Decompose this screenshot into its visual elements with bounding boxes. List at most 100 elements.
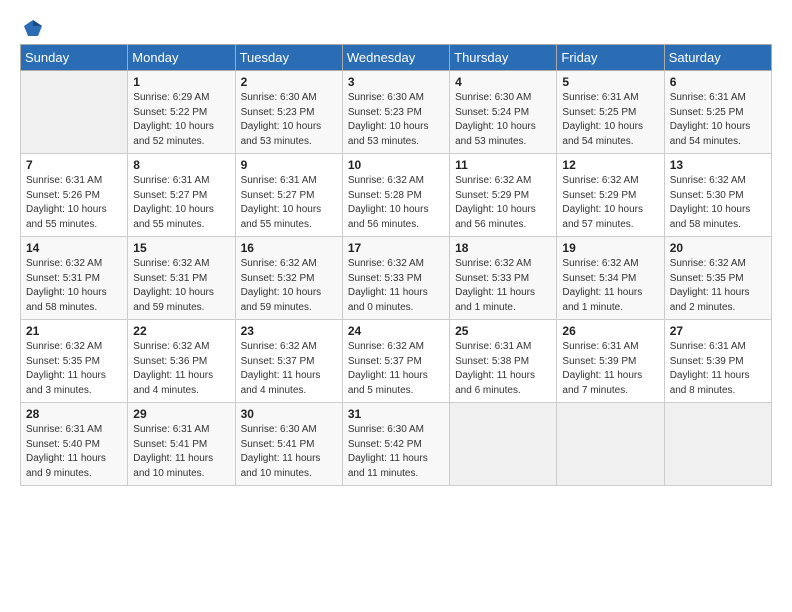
- day-info: Sunrise: 6:30 AM Sunset: 5:41 PM Dayligh…: [241, 423, 337, 481]
- calendar-header-monday: Monday: [128, 45, 235, 71]
- calendar-week-3: 14 Sunrise: 6:32 AM Sunset: 5:31 PM Dayli…: [21, 237, 772, 320]
- day-number: 31: [348, 407, 444, 421]
- day-info: Sunrise: 6:31 AM Sunset: 5:27 PM Dayligh…: [241, 174, 337, 232]
- calendar-cell: 31 Sunrise: 6:30 AM Sunset: 5:42 PM Dayli…: [342, 403, 449, 486]
- calendar-cell: 1 Sunrise: 6:29 AM Sunset: 5:22 PM Daylig…: [128, 71, 235, 154]
- calendar-cell: 14 Sunrise: 6:32 AM Sunset: 5:31 PM Dayli…: [21, 237, 128, 320]
- calendar-cell: 30 Sunrise: 6:30 AM Sunset: 5:41 PM Dayli…: [235, 403, 342, 486]
- day-number: 1: [133, 75, 229, 89]
- day-number: 4: [455, 75, 551, 89]
- day-info: Sunrise: 6:32 AM Sunset: 5:34 PM Dayligh…: [562, 257, 658, 315]
- day-number: 25: [455, 324, 551, 338]
- day-info: Sunrise: 6:32 AM Sunset: 5:35 PM Dayligh…: [26, 340, 122, 398]
- calendar-cell: 16Sunrise: 6:32 AM Sunset: 5:32 PM Dayli…: [235, 237, 342, 320]
- calendar-header-friday: Friday: [557, 45, 664, 71]
- calendar-cell: [450, 403, 557, 486]
- day-info: Sunrise: 6:31 AM Sunset: 5:38 PM Dayligh…: [455, 340, 551, 398]
- day-info: Sunrise: 6:31 AM Sunset: 5:41 PM Dayligh…: [133, 423, 229, 481]
- day-info: Sunrise: 6:31 AM Sunset: 5:40 PM Dayligh…: [26, 423, 122, 481]
- day-number: 13: [670, 158, 766, 172]
- day-info: Sunrise: 6:32 AM Sunset: 5:31 PM Dayligh…: [133, 257, 229, 315]
- calendar-header-saturday: Saturday: [664, 45, 771, 71]
- day-number: 24: [348, 324, 444, 338]
- calendar-cell: 12 Sunrise: 6:32 AM Sunset: 5:29 PM Dayli…: [557, 154, 664, 237]
- day-number: 12: [562, 158, 658, 172]
- calendar-header-tuesday: Tuesday: [235, 45, 342, 71]
- calendar-cell: 11 Sunrise: 6:32 AM Sunset: 5:29 PM Dayli…: [450, 154, 557, 237]
- calendar-cell: 10 Sunrise: 6:32 AM Sunset: 5:28 PM Dayli…: [342, 154, 449, 237]
- calendar-cell: 23 Sunrise: 6:32 AM Sunset: 5:37 PM Dayli…: [235, 320, 342, 403]
- day-info: Sunrise: 6:32 AM Sunset: 5:28 PM Dayligh…: [348, 174, 444, 232]
- day-info: Sunrise: 6:30 AM Sunset: 5:24 PM Dayligh…: [455, 91, 551, 149]
- calendar-cell: 19 Sunrise: 6:32 AM Sunset: 5:34 PM Dayli…: [557, 237, 664, 320]
- day-number: 29: [133, 407, 229, 421]
- calendar-header-thursday: Thursday: [450, 45, 557, 71]
- day-info: Sunrise: 6:32 AM Sunset: 5:29 PM Dayligh…: [562, 174, 658, 232]
- calendar-cell: [21, 71, 128, 154]
- calendar-cell: 15 Sunrise: 6:32 AM Sunset: 5:31 PM Dayli…: [128, 237, 235, 320]
- day-info: Sunrise: 6:31 AM Sunset: 5:25 PM Dayligh…: [670, 91, 766, 149]
- calendar-cell: 2 Sunrise: 6:30 AM Sunset: 5:23 PM Daylig…: [235, 71, 342, 154]
- day-info: Sunrise: 6:32 AM Sunset: 5:35 PM Dayligh…: [670, 257, 766, 315]
- calendar-cell: 18Sunrise: 6:32 AM Sunset: 5:33 PM Dayli…: [450, 237, 557, 320]
- calendar-cell: 24Sunrise: 6:32 AM Sunset: 5:37 PM Dayli…: [342, 320, 449, 403]
- day-number: 3: [348, 75, 444, 89]
- calendar-cell: 5 Sunrise: 6:31 AM Sunset: 5:25 PM Daylig…: [557, 71, 664, 154]
- day-number: 5: [562, 75, 658, 89]
- calendar-header-row: SundayMondayTuesdayWednesdayThursdayFrid…: [21, 45, 772, 71]
- calendar-cell: [557, 403, 664, 486]
- calendar-week-4: 21 Sunrise: 6:32 AM Sunset: 5:35 PM Dayli…: [21, 320, 772, 403]
- day-number: 23: [241, 324, 337, 338]
- day-info: Sunrise: 6:31 AM Sunset: 5:25 PM Dayligh…: [562, 91, 658, 149]
- calendar-cell: 6Sunrise: 6:31 AM Sunset: 5:25 PM Daylig…: [664, 71, 771, 154]
- day-info: Sunrise: 6:32 AM Sunset: 5:33 PM Dayligh…: [348, 257, 444, 315]
- day-number: 28: [26, 407, 122, 421]
- calendar-cell: 25 Sunrise: 6:31 AM Sunset: 5:38 PM Dayli…: [450, 320, 557, 403]
- day-number: 10: [348, 158, 444, 172]
- day-info: Sunrise: 6:29 AM Sunset: 5:22 PM Dayligh…: [133, 91, 229, 149]
- day-number: 22: [133, 324, 229, 338]
- day-info: Sunrise: 6:32 AM Sunset: 5:30 PM Dayligh…: [670, 174, 766, 232]
- calendar-cell: 8Sunrise: 6:31 AM Sunset: 5:27 PM Daylig…: [128, 154, 235, 237]
- day-number: 21: [26, 324, 122, 338]
- calendar-week-2: 7Sunrise: 6:31 AM Sunset: 5:26 PM Daylig…: [21, 154, 772, 237]
- calendar-cell: 13 Sunrise: 6:32 AM Sunset: 5:30 PM Dayli…: [664, 154, 771, 237]
- day-info: Sunrise: 6:30 AM Sunset: 5:23 PM Dayligh…: [348, 91, 444, 149]
- day-number: 17: [348, 241, 444, 255]
- calendar-week-1: 1 Sunrise: 6:29 AM Sunset: 5:22 PM Daylig…: [21, 71, 772, 154]
- calendar-cell: 7Sunrise: 6:31 AM Sunset: 5:26 PM Daylig…: [21, 154, 128, 237]
- calendar-cell: 28 Sunrise: 6:31 AM Sunset: 5:40 PM Dayli…: [21, 403, 128, 486]
- calendar-cell: 17 Sunrise: 6:32 AM Sunset: 5:33 PM Dayli…: [342, 237, 449, 320]
- day-info: Sunrise: 6:32 AM Sunset: 5:36 PM Dayligh…: [133, 340, 229, 398]
- calendar-header-wednesday: Wednesday: [342, 45, 449, 71]
- calendar-cell: 22 Sunrise: 6:32 AM Sunset: 5:36 PM Dayli…: [128, 320, 235, 403]
- day-info: Sunrise: 6:31 AM Sunset: 5:26 PM Dayligh…: [26, 174, 122, 232]
- day-info: Sunrise: 6:31 AM Sunset: 5:39 PM Dayligh…: [562, 340, 658, 398]
- day-info: Sunrise: 6:31 AM Sunset: 5:39 PM Dayligh…: [670, 340, 766, 398]
- day-number: 26: [562, 324, 658, 338]
- day-number: 11: [455, 158, 551, 172]
- day-number: 14: [26, 241, 122, 255]
- day-info: Sunrise: 6:32 AM Sunset: 5:31 PM Dayligh…: [26, 257, 122, 315]
- calendar-cell: 9 Sunrise: 6:31 AM Sunset: 5:27 PM Daylig…: [235, 154, 342, 237]
- calendar-table: SundayMondayTuesdayWednesdayThursdayFrid…: [20, 44, 772, 486]
- day-info: Sunrise: 6:32 AM Sunset: 5:37 PM Dayligh…: [241, 340, 337, 398]
- day-number: 30: [241, 407, 337, 421]
- day-number: 15: [133, 241, 229, 255]
- day-number: 2: [241, 75, 337, 89]
- day-number: 9: [241, 158, 337, 172]
- day-info: Sunrise: 6:30 AM Sunset: 5:42 PM Dayligh…: [348, 423, 444, 481]
- day-info: Sunrise: 6:32 AM Sunset: 5:29 PM Dayligh…: [455, 174, 551, 232]
- logo: [20, 18, 44, 36]
- logo-flag-icon: [22, 18, 44, 40]
- calendar-week-5: 28 Sunrise: 6:31 AM Sunset: 5:40 PM Dayli…: [21, 403, 772, 486]
- calendar-cell: 26 Sunrise: 6:31 AM Sunset: 5:39 PM Dayli…: [557, 320, 664, 403]
- calendar-cell: 21 Sunrise: 6:32 AM Sunset: 5:35 PM Dayli…: [21, 320, 128, 403]
- day-number: 16: [241, 241, 337, 255]
- day-info: Sunrise: 6:30 AM Sunset: 5:23 PM Dayligh…: [241, 91, 337, 149]
- calendar-cell: 27 Sunrise: 6:31 AM Sunset: 5:39 PM Dayli…: [664, 320, 771, 403]
- calendar-cell: 20Sunrise: 6:32 AM Sunset: 5:35 PM Dayli…: [664, 237, 771, 320]
- calendar-cell: 3 Sunrise: 6:30 AM Sunset: 5:23 PM Daylig…: [342, 71, 449, 154]
- day-number: 27: [670, 324, 766, 338]
- day-number: 19: [562, 241, 658, 255]
